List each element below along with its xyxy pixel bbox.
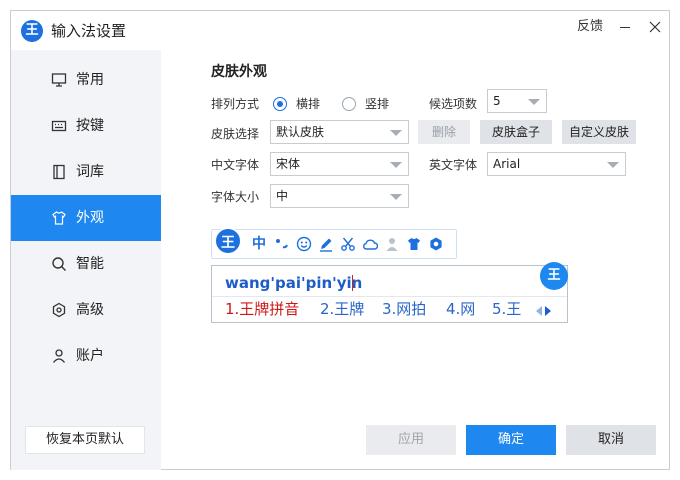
candidate-count-value: 5 (493, 94, 501, 108)
restore-defaults-button[interactable]: 恢复本页默认 (25, 426, 145, 454)
toolbar-logo-icon: 王 (214, 227, 242, 255)
sidebar-item-label: 词库 (76, 164, 104, 180)
layout-horizontal-label: 横排 (296, 97, 321, 111)
layout-vertical-radio[interactable] (342, 97, 356, 111)
toolbar-mode-label: 中 (252, 236, 266, 252)
user-icon (51, 348, 67, 364)
skin-select[interactable]: 默认皮肤 (270, 120, 409, 144)
en-font-label: 英文字体 (429, 158, 478, 172)
candidate-count-select[interactable]: 5 (487, 89, 547, 113)
sidebar-item-smart[interactable]: 智能 (11, 241, 161, 287)
candidate-item: 3.网拍 (382, 300, 427, 318)
cancel-button[interactable]: 取消 (566, 425, 656, 455)
app-logo-icon: 王 (21, 20, 43, 42)
page-next-icon (545, 306, 551, 316)
composition-pinyin: wang'pai'pin'yin (225, 274, 363, 292)
en-font-value: Arial (493, 157, 521, 171)
candidate-item: 2.王牌 (320, 300, 365, 318)
feedback-link[interactable]: 反馈 (577, 19, 603, 35)
chevron-down-icon (390, 194, 402, 200)
candidate-logo-icon: 王 (540, 262, 568, 290)
candidate-item: 4.网 (446, 300, 476, 318)
apply-button[interactable]: 应用 (366, 425, 456, 455)
text-cursor (352, 275, 353, 291)
scissors-icon (340, 236, 356, 252)
candidate-item: 1.王牌拼音 (225, 300, 300, 318)
chevron-down-icon (607, 162, 619, 168)
sidebar-item-label: 高级 (76, 302, 104, 318)
chevron-down-icon (390, 162, 402, 168)
chevron-down-icon (390, 130, 402, 136)
layout-vertical-label: 竖排 (365, 97, 390, 111)
sidebar-item-label: 常用 (76, 72, 104, 88)
delete-skin-button[interactable]: 删除 (418, 120, 470, 144)
sidebar-item-common[interactable]: 常用 (11, 57, 161, 103)
pencil-icon (318, 236, 334, 252)
ok-button[interactable]: 确定 (466, 425, 556, 455)
candidate-window-preview: wang'pai'pin'yin 王 1.王牌拼音 2.王牌 3.网拍 4.网 … (211, 262, 568, 323)
layout-horizontal-radio[interactable] (273, 97, 287, 111)
window-title: 输入法设置 (51, 22, 127, 40)
punctuation-icon (274, 236, 290, 252)
close-icon[interactable] (647, 19, 663, 35)
layout-label: 排列方式 (211, 97, 260, 111)
candidate-item: 5.王 (492, 300, 522, 318)
en-font-select[interactable]: Arial (487, 152, 626, 176)
gear-icon (428, 236, 444, 252)
divider (212, 296, 567, 297)
cn-font-label: 中文字体 (211, 158, 260, 172)
sidebar-item-keys[interactable]: 按键 (11, 103, 161, 149)
hexagon-icon (51, 302, 67, 318)
cn-font-select[interactable]: 宋体 (270, 152, 409, 176)
cloud-icon (362, 236, 379, 252)
sidebar-item-account[interactable]: 账户 (11, 333, 161, 379)
sidebar-item-label: 外观 (76, 210, 104, 226)
minimize-icon[interactable] (617, 19, 633, 35)
skin-box-button[interactable]: 皮肤盒子 (480, 120, 552, 144)
sidebar-item-appearance[interactable]: 外观 (11, 195, 161, 241)
settings-window: 王 输入法设置 反馈 常用 按键 词库 外观 智能 高级 账户 恢复本页默认 皮… (10, 10, 670, 470)
custom-skin-button[interactable]: 自定义皮肤 (562, 120, 636, 144)
font-size-value: 中 (276, 189, 289, 203)
user-icon (384, 236, 400, 252)
font-size-select[interactable]: 中 (270, 184, 409, 208)
sidebar-item-advanced[interactable]: 高级 (11, 287, 161, 333)
book-icon (51, 164, 67, 180)
page-prev-icon (536, 306, 542, 316)
skin-select-label: 皮肤选择 (211, 127, 260, 141)
search-icon (51, 256, 67, 272)
sidebar-item-lexicon[interactable]: 词库 (11, 149, 161, 195)
sidebar-item-label: 按键 (76, 118, 104, 134)
cn-font-value: 宋体 (276, 157, 301, 171)
candidate-count-label: 候选项数 (429, 97, 478, 111)
shirt-icon (406, 236, 422, 252)
smiley-icon (296, 236, 312, 252)
chevron-down-icon (528, 99, 540, 105)
monitor-icon (51, 72, 67, 88)
shirt-icon (51, 210, 67, 226)
sidebar-item-label: 账户 (76, 348, 104, 364)
keyboard-icon (51, 118, 67, 134)
skin-select-value: 默认皮肤 (276, 125, 325, 139)
sidebar: 常用 按键 词库 外观 智能 高级 账户 恢复本页默认 (11, 50, 161, 470)
sidebar-item-label: 智能 (76, 256, 104, 272)
toolbar-preview: 王 中 (211, 227, 457, 259)
section-title: 皮肤外观 (211, 64, 267, 80)
font-size-label: 字体大小 (211, 190, 260, 204)
